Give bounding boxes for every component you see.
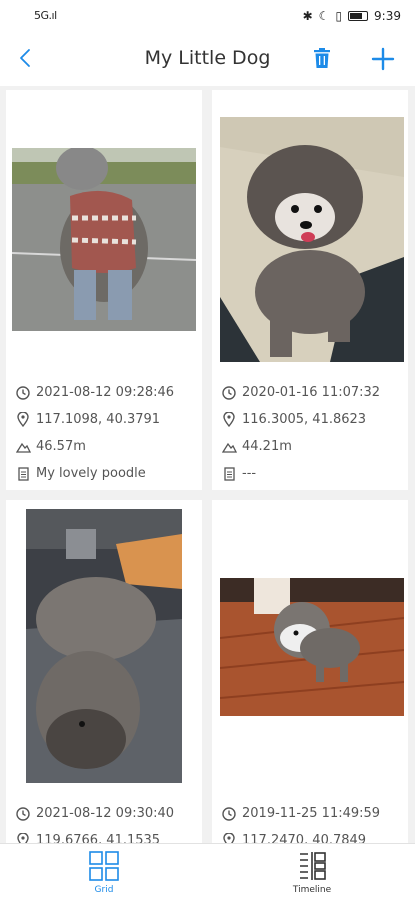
clock-icon bbox=[10, 385, 36, 400]
tab-timeline-label: Timeline bbox=[292, 885, 332, 895]
grid-icon bbox=[89, 851, 119, 881]
mountain-icon bbox=[216, 441, 242, 453]
photo-card[interactable]: 2021-08-12 09:30:40 119.6766, 41.1535 bbox=[6, 500, 202, 843]
dog-photo bbox=[220, 578, 404, 716]
photo-note: My lovely poodle bbox=[36, 466, 146, 481]
add-button[interactable] bbox=[370, 46, 396, 72]
status-bar: 5G.ıl ✱ ☾ ▯ 9:39 bbox=[0, 0, 415, 34]
app-bar: My Little Dog bbox=[0, 34, 415, 86]
clock-icon bbox=[216, 806, 242, 821]
bottom-nav: Grid Timeline bbox=[0, 843, 415, 900]
photo-grid: 2021-08-12 09:28:46 117.1098, 40.3791 46… bbox=[0, 86, 415, 843]
photo-card[interactable]: 2019-11-25 11:49:59 117.2470, 40.7849 bbox=[212, 500, 408, 843]
tab-timeline[interactable]: Timeline bbox=[262, 850, 362, 895]
vibrate-icon: ▯ bbox=[335, 9, 343, 23]
battery-icon bbox=[348, 11, 369, 21]
tab-grid-label: Grid bbox=[94, 885, 114, 895]
photo-datetime: 2019-11-25 11:49:59 bbox=[242, 806, 381, 821]
photo-card[interactable]: 2021-08-12 09:28:46 117.1098, 40.3791 46… bbox=[6, 90, 202, 490]
photo-altitude: 46.57m bbox=[36, 439, 86, 454]
photo-note: --- bbox=[242, 466, 257, 481]
note-icon bbox=[10, 466, 36, 481]
photo-card[interactable]: 2020-01-16 11:07:32 116.3005, 41.8623 44… bbox=[212, 90, 408, 490]
location-pin-icon bbox=[216, 412, 242, 427]
clock-icon bbox=[10, 806, 36, 821]
photo-coordinates: 117.2470, 40.7849 bbox=[242, 833, 367, 843]
location-pin-icon bbox=[10, 833, 36, 843]
note-icon bbox=[216, 466, 242, 481]
dog-photo bbox=[26, 509, 182, 783]
location-pin-icon bbox=[216, 833, 242, 843]
dog-photo bbox=[12, 148, 196, 331]
tab-grid[interactable]: Grid bbox=[54, 850, 154, 895]
photo-datetime: 2020-01-16 11:07:32 bbox=[242, 385, 381, 400]
photo-altitude: 44.21m bbox=[242, 439, 292, 454]
delete-button[interactable] bbox=[310, 46, 334, 70]
photo-coordinates: 117.1098, 40.3791 bbox=[36, 412, 161, 427]
status-time: 9:39 bbox=[374, 9, 401, 23]
timeline-icon bbox=[300, 852, 326, 880]
photo-coordinates: 116.3005, 41.8623 bbox=[242, 412, 367, 427]
location-pin-icon bbox=[10, 412, 36, 427]
photo-datetime: 2021-08-12 09:28:46 bbox=[36, 385, 175, 400]
page-title: My Little Dog bbox=[144, 47, 271, 69]
clock-icon bbox=[216, 385, 242, 400]
moon-icon: ☾ bbox=[318, 9, 330, 23]
mountain-icon bbox=[10, 441, 36, 453]
dog-photo bbox=[220, 117, 404, 362]
signal-indicator: 5G.ıl bbox=[34, 9, 57, 22]
photo-datetime: 2021-08-12 09:30:40 bbox=[36, 806, 175, 821]
bluetooth-icon: ✱ bbox=[302, 9, 313, 23]
photo-coordinates: 119.6766, 41.1535 bbox=[36, 833, 161, 843]
